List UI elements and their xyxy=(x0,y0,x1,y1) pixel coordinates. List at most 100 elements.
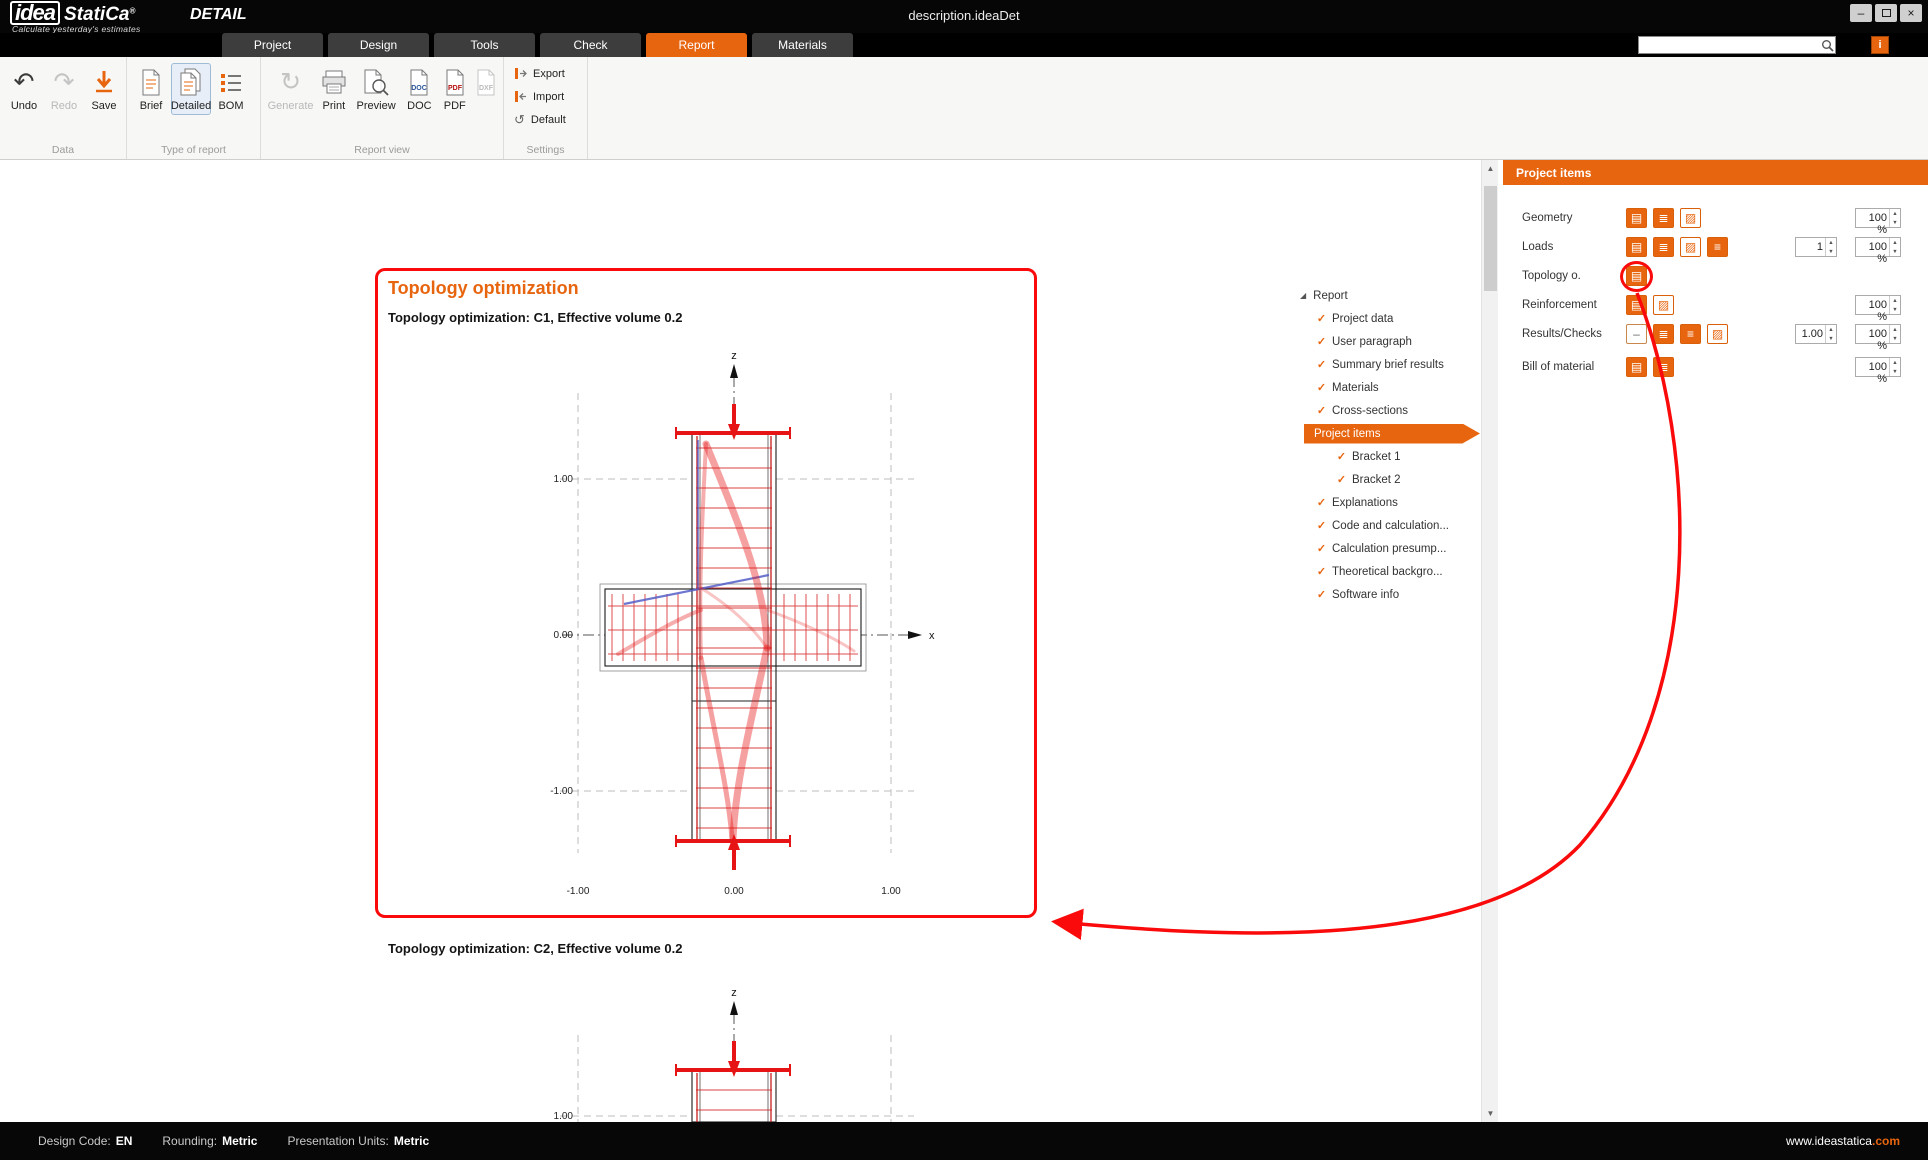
tree-item-cross-sections[interactable]: ✓Cross-sections xyxy=(1298,399,1490,422)
check-icon[interactable]: ✓ xyxy=(1316,496,1327,509)
tree-item-project-data[interactable]: ✓Project data xyxy=(1298,307,1490,330)
spinner-down-icon[interactable]: ▼ xyxy=(1826,247,1836,256)
spinner-up-icon[interactable]: ▲ xyxy=(1890,325,1900,334)
check-icon[interactable]: ✓ xyxy=(1316,312,1327,325)
check-icon[interactable]: ✓ xyxy=(1316,542,1327,555)
spinner-up-icon[interactable]: ▲ xyxy=(1826,238,1836,247)
results-picture-toggle[interactable]: ▨ xyxy=(1707,324,1728,344)
check-icon[interactable]: ✓ xyxy=(1316,381,1327,394)
default-settings-button[interactable]: ↺ Default xyxy=(504,109,587,130)
bom-scale-spinner[interactable]: 100 % ▲▼ xyxy=(1855,357,1901,377)
tree-item-theoretical-background[interactable]: ✓Theoretical backgro... xyxy=(1298,560,1490,583)
loads-table-toggle[interactable]: ≣ xyxy=(1653,237,1674,257)
scrollbar-thumb[interactable] xyxy=(1484,186,1497,291)
printer-icon xyxy=(321,66,347,98)
undo-button[interactable]: ↶ Undo xyxy=(4,63,44,115)
app-logo: ideaStatiCa® xyxy=(10,1,135,26)
image-icon: ▨ xyxy=(1712,328,1723,340)
tree-item-bracket-2[interactable]: ✓Bracket 2 xyxy=(1298,468,1490,491)
tree-item-explanations[interactable]: ✓Explanations xyxy=(1298,491,1490,514)
results-detail-toggle[interactable]: ≡ xyxy=(1680,324,1701,344)
geometry-table-toggle[interactable]: ≣ xyxy=(1653,208,1674,228)
close-button[interactable]: × xyxy=(1900,4,1922,22)
save-button[interactable]: Save xyxy=(84,63,124,115)
bom-report-toggle[interactable]: ▤ xyxy=(1626,357,1647,377)
check-icon[interactable]: ✓ xyxy=(1316,565,1327,578)
scroll-up-icon[interactable]: ▲ xyxy=(1482,160,1499,177)
tab-project[interactable]: Project xyxy=(222,33,323,57)
minimize-button[interactable]: – xyxy=(1850,4,1872,22)
spinner-down-icon[interactable]: ▼ xyxy=(1890,305,1900,314)
reinforcement-scale-spinner[interactable]: 100 % ▲▼ xyxy=(1855,295,1901,315)
tree-item-project-items-selected[interactable]: Project items xyxy=(1304,424,1480,444)
spinner-down-icon[interactable]: ▼ xyxy=(1890,247,1900,256)
check-icon[interactable]: ✓ xyxy=(1316,588,1327,601)
generate-button[interactable]: ↻ Generate xyxy=(265,63,316,115)
loads-count-spinner[interactable]: 1 ▲▼ xyxy=(1795,237,1837,257)
spinner-up-icon[interactable]: ▲ xyxy=(1826,325,1836,334)
tab-report[interactable]: Report xyxy=(646,33,747,57)
spinner-down-icon[interactable]: ▼ xyxy=(1890,218,1900,227)
search-icon[interactable] xyxy=(1819,37,1835,53)
tab-design[interactable]: Design xyxy=(328,33,429,57)
geometry-report-toggle[interactable]: ▤ xyxy=(1626,208,1647,228)
import-settings-button[interactable]: Import xyxy=(504,86,587,107)
results-scale-spinner[interactable]: 100 % ▲▼ xyxy=(1855,324,1901,344)
lines-icon: ≡ xyxy=(1687,328,1694,340)
results-limit-spinner[interactable]: 1.00 ▲▼ xyxy=(1795,324,1837,344)
check-icon[interactable]: ✓ xyxy=(1336,450,1347,463)
export-pdf-button[interactable]: PDF PDF xyxy=(438,63,471,115)
tree-item-report[interactable]: ◢ Report xyxy=(1298,284,1490,307)
bom-button[interactable]: BOM xyxy=(211,63,251,115)
loads-scale-spinner[interactable]: 100 % ▲▼ xyxy=(1855,237,1901,257)
reinforcement-report-toggle[interactable]: ▤ xyxy=(1626,295,1647,315)
export-settings-button[interactable]: Export xyxy=(504,63,587,84)
tree-item-calculation-presumptions[interactable]: ✓Calculation presump... xyxy=(1298,537,1490,560)
results-table-toggle[interactable]: ≣ xyxy=(1653,324,1674,344)
check-icon[interactable]: ✓ xyxy=(1316,335,1327,348)
preview-button[interactable]: Preview xyxy=(352,63,401,115)
spinner-down-icon[interactable]: ▼ xyxy=(1890,334,1900,343)
geometry-scale-spinner[interactable]: 100 % ▲▼ xyxy=(1855,208,1901,228)
brief-button[interactable]: Brief xyxy=(131,63,171,115)
tree-item-user-paragraph[interactable]: ✓User paragraph xyxy=(1298,330,1490,353)
tree-item-summary-brief-results[interactable]: ✓Summary brief results xyxy=(1298,353,1490,376)
ribbon-tab-bar: Project Design Tools Check Report Materi… xyxy=(0,33,1928,57)
maximize-button[interactable] xyxy=(1875,4,1897,22)
tree-item-materials[interactable]: ✓Materials xyxy=(1298,376,1490,399)
spinner-up-icon[interactable]: ▲ xyxy=(1890,209,1900,218)
spinner-up-icon[interactable]: ▲ xyxy=(1890,296,1900,305)
detailed-button[interactable]: Detailed xyxy=(171,63,211,115)
expander-icon[interactable]: ◢ xyxy=(1300,291,1306,300)
tree-item-bracket-1[interactable]: ✓Bracket 1 xyxy=(1298,445,1490,468)
loads-detail-toggle[interactable]: ≡ xyxy=(1707,237,1728,257)
geometry-picture-toggle[interactable]: ▨ xyxy=(1680,208,1701,228)
loads-report-toggle[interactable]: ▤ xyxy=(1626,237,1647,257)
export-dxf-button[interactable]: DXF xyxy=(472,63,502,115)
spinner-up-icon[interactable]: ▲ xyxy=(1890,238,1900,247)
tree-item-software-info[interactable]: ✓Software info xyxy=(1298,583,1490,606)
spinner-down-icon[interactable]: ▼ xyxy=(1826,334,1836,343)
export-doc-button[interactable]: DOC DOC xyxy=(401,63,438,115)
spinner-up-icon[interactable]: ▲ xyxy=(1890,358,1900,367)
check-icon[interactable]: ✓ xyxy=(1336,473,1347,486)
check-icon[interactable]: ✓ xyxy=(1316,358,1327,371)
spinner-down-icon[interactable]: ▼ xyxy=(1890,367,1900,376)
search-input[interactable] xyxy=(1639,38,1819,52)
info-button[interactable]: i xyxy=(1871,36,1889,54)
tab-check[interactable]: Check xyxy=(540,33,641,57)
check-icon[interactable]: ✓ xyxy=(1316,519,1327,532)
loads-picture-toggle[interactable]: ▨ xyxy=(1680,237,1701,257)
print-button[interactable]: Print xyxy=(316,63,351,115)
tab-tools[interactable]: Tools xyxy=(434,33,535,57)
check-icon[interactable]: ✓ xyxy=(1316,404,1327,417)
tab-materials[interactable]: Materials xyxy=(752,33,853,57)
scroll-down-icon[interactable]: ▼ xyxy=(1482,1105,1499,1122)
results-none-toggle[interactable]: – xyxy=(1626,324,1647,344)
tree-item-code-and-calculation[interactable]: ✓Code and calculation... xyxy=(1298,514,1490,537)
reinforcement-picture-toggle[interactable]: ▨ xyxy=(1653,295,1674,315)
website-link[interactable]: www.ideastatica.com xyxy=(1786,1134,1900,1148)
topology-report-toggle[interactable]: ▤ xyxy=(1626,266,1647,286)
redo-button[interactable]: ↷ Redo xyxy=(44,63,84,115)
bom-table-toggle[interactable]: ≣ xyxy=(1653,357,1674,377)
